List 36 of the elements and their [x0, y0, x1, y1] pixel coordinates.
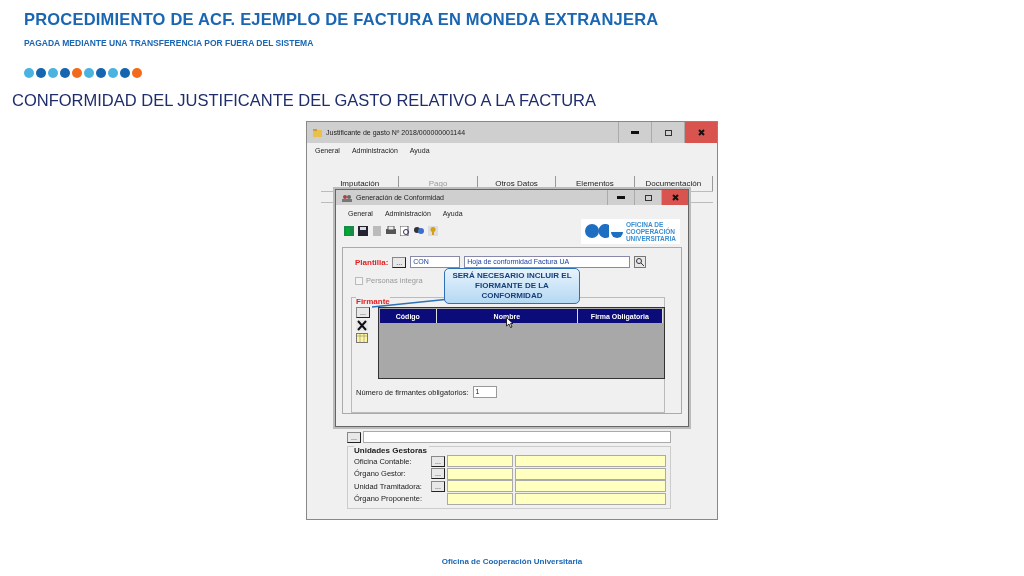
people-icon[interactable] [414, 226, 424, 236]
folder-icon [313, 128, 322, 137]
group-title: Unidades Gestoras [354, 446, 429, 455]
grid-icon[interactable] [356, 333, 368, 343]
floppy-icon[interactable] [358, 226, 368, 236]
field-label: Plantilla: [355, 257, 389, 267]
maximize-icon [644, 194, 652, 201]
name-field[interactable] [515, 455, 666, 468]
close-button[interactable] [661, 190, 688, 205]
people-icon [342, 193, 352, 202]
slide-subtitle: PAGADA MEDIANTE UNA TRANSFERENCIA POR FUERA DEL SISTEMA [24, 38, 315, 48]
search-icon[interactable] [634, 256, 647, 268]
name-field[interactable] [515, 480, 666, 493]
code-field[interactable] [447, 480, 513, 493]
code-field[interactable] [447, 455, 513, 468]
magnifier-icon[interactable] [400, 226, 410, 236]
name-field[interactable] [515, 492, 666, 505]
close-button[interactable] [684, 122, 717, 143]
name-field[interactable] [515, 467, 666, 480]
cursor-icon [506, 317, 513, 328]
logo-icon [584, 224, 623, 238]
maximize-icon [664, 129, 672, 136]
minimize-icon [617, 196, 625, 199]
code-field[interactable] [447, 492, 513, 505]
input-field[interactable] [362, 431, 671, 443]
printer-icon[interactable] [386, 226, 396, 236]
slide-heading: CONFORMIDAD DEL JUSTIFICANTE DEL GASTO RELATIVO A LA FACTURA [12, 91, 598, 110]
slide-footer: Oficina de Cooperación Universitaria [0, 557, 1024, 566]
delete-icon[interactable] [356, 320, 368, 331]
minimize-icon [631, 131, 639, 134]
group-title: Firmante [356, 297, 390, 306]
slide-title: PROCEDIMIENTO DE ACF. EJEMPLO DE FACTURA EN MONEDA EXTRANJERA [24, 10, 660, 29]
close-icon [697, 129, 705, 136]
callout: SERÁ NECESARIO INCLUIR EL FIORMANTE DE LA CONFORMIDAD [444, 268, 580, 304]
close-icon [671, 194, 679, 201]
code-field[interactable] [447, 467, 513, 480]
